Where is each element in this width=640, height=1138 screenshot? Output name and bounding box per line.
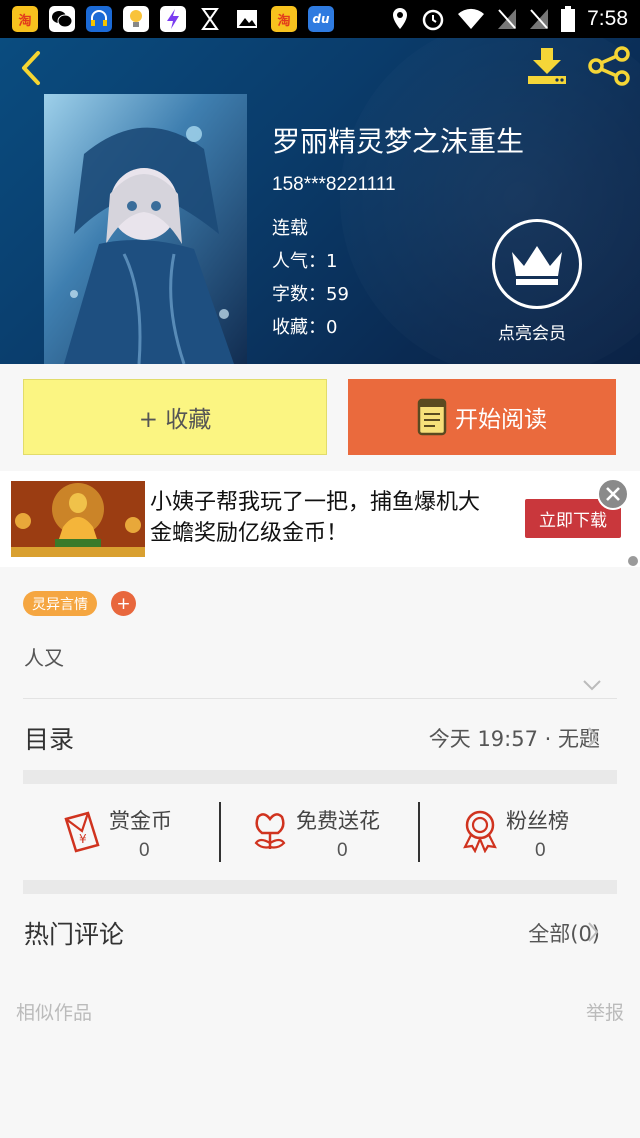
reward-value: 0 <box>139 840 150 861</box>
chevron-down-icon[interactable] <box>582 678 602 692</box>
crown-icon <box>512 246 562 285</box>
fans-value: 0 <box>535 840 546 861</box>
book-description: 人又 <box>24 646 64 670</box>
chevron-right-icon[interactable] <box>586 726 600 748</box>
alarm-icon <box>422 9 444 31</box>
fans-ranking[interactable]: 粉丝榜 0 <box>460 805 590 865</box>
no-sim-icon <box>530 9 549 29</box>
ad-image[interactable] <box>11 481 145 557</box>
du-icon: du <box>308 6 334 32</box>
fans-label: 粉丝榜 <box>506 809 569 833</box>
book-cover[interactable] <box>44 94 247 364</box>
red-envelope-icon: ¥ <box>64 811 100 853</box>
send-flowers[interactable]: 免费送花 0 <box>250 805 400 865</box>
book-icon <box>417 398 447 436</box>
notification-icons: 淘 淘 du <box>12 6 334 32</box>
taobao-icon: 淘 <box>271 6 297 32</box>
wechat-icon <box>49 6 75 32</box>
vip-label[interactable]: 点亮会员 <box>498 319 566 344</box>
divider <box>23 698 617 699</box>
bulb-icon <box>123 6 149 32</box>
back-icon[interactable] <box>16 50 46 86</box>
headset-icon <box>86 6 112 32</box>
similar-works-label: 相似作品 <box>16 1002 93 1024</box>
report-link[interactable]: 举报 <box>586 998 624 1025</box>
book-status: 连载 <box>272 218 308 239</box>
close-icon[interactable] <box>597 478 629 510</box>
start-reading-label: 开始阅读 <box>455 407 547 433</box>
book-favorites: 收藏：0 <box>272 317 338 338</box>
chevron-right-icon[interactable] <box>586 921 600 943</box>
genre-tag[interactable]: 灵异言情 <box>23 591 97 616</box>
book-author[interactable]: 158***8221111 <box>272 174 396 196</box>
section-divider <box>23 880 617 894</box>
book-word-count: 字数：59 <box>272 284 349 305</box>
book-popularity: 人气：1 <box>272 251 338 272</box>
no-sim-icon <box>498 9 517 29</box>
separator <box>418 802 420 862</box>
reward-coins[interactable]: ¥ 赏金币 0 <box>62 805 192 865</box>
location-icon <box>393 8 408 29</box>
lightning-icon <box>160 6 186 32</box>
ad-text[interactable]: 小姨子帮我玩了一把，捕鱼爆机大金蟾奖励亿级金币！ <box>150 487 500 549</box>
system-icons: 7:58 <box>391 6 628 32</box>
reward-label: 赏金币 <box>109 809 172 833</box>
flower-icon <box>254 813 286 849</box>
add-tag-button[interactable]: + <box>111 591 136 616</box>
latest-chapter[interactable]: 今天 19:57 · 无题 <box>429 723 600 753</box>
section-divider <box>23 770 617 784</box>
book-title: 罗丽精灵梦之沫重生 <box>272 125 525 158</box>
vip-button[interactable] <box>492 219 582 309</box>
download-icon[interactable] <box>524 46 570 86</box>
svg-text:¥: ¥ <box>79 832 87 846</box>
wifi-icon <box>458 8 485 29</box>
catalog-label[interactable]: 目录 <box>24 720 74 756</box>
comments-label[interactable]: 热门评论 <box>24 915 124 951</box>
battery-icon <box>561 6 576 32</box>
medal-icon <box>463 810 497 853</box>
ad-info-icon[interactable] <box>628 556 638 566</box>
status-bar: 淘 淘 du 7:58 <box>0 0 640 38</box>
flowers-label: 免费送花 <box>296 809 380 833</box>
share-icon[interactable] <box>588 46 630 86</box>
clock: 7:58 <box>587 7 628 30</box>
collect-button[interactable]: + 收藏 <box>23 379 327 455</box>
image-icon <box>234 6 260 32</box>
taobao-icon: 淘 <box>12 6 38 32</box>
flowers-value: 0 <box>337 840 348 861</box>
separator <box>219 802 221 862</box>
hourglass-icon <box>197 6 223 32</box>
book-header: 罗丽精灵梦之沫重生 158***8221111 连载 人气：1 字数：59 收藏… <box>0 38 640 364</box>
start-reading-button[interactable]: 开始阅读 <box>348 379 616 455</box>
